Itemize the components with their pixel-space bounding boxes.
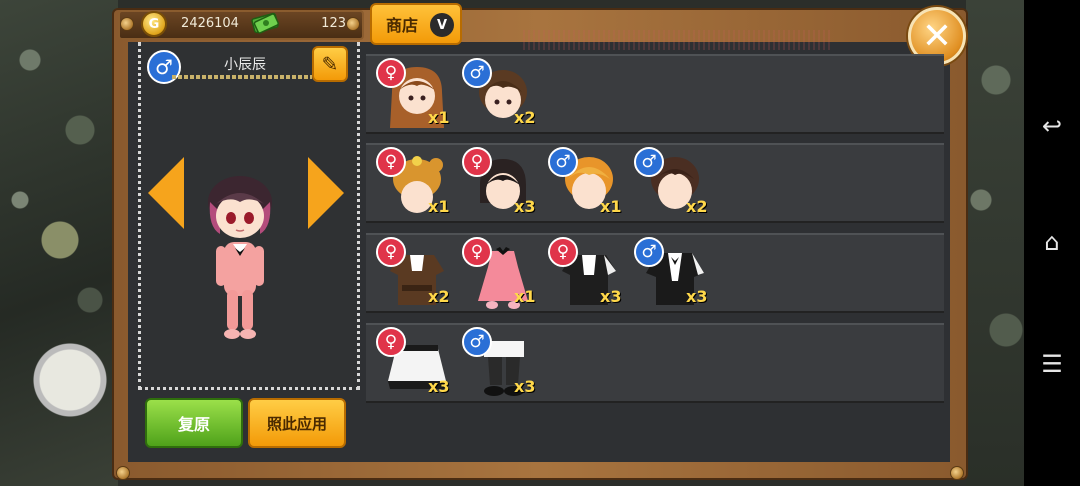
item-slot[interactable]: ♂ x1 — [544, 145, 628, 225]
currency-bar-rivet — [346, 17, 360, 31]
item-row-hair: ♀ x1 ♂ x2 — [366, 54, 944, 134]
item-quantity: x1 — [428, 197, 450, 216]
cash-amount: 123 — [321, 16, 346, 31]
item-quantity: x2 — [686, 197, 708, 216]
restore-button[interactable]: 复原 — [145, 398, 243, 448]
menu-icon[interactable]: ☰ — [1024, 344, 1080, 384]
next-arrow-icon[interactable] — [308, 157, 344, 229]
item-quantity: x3 — [514, 197, 536, 216]
item-slot[interactable]: ♀ x1 — [372, 145, 456, 225]
cash-icon — [251, 12, 279, 34]
item-row-tops: ♀ x2 ♀ x1 ♀ x3 ♂ x3 — [366, 233, 944, 313]
item-slot[interactable]: ♂ x3 — [458, 325, 542, 405]
previous-arrow-icon[interactable] — [148, 157, 184, 229]
gold-coin-letter: G — [148, 16, 160, 32]
edit-name-button[interactable]: ✎ — [312, 46, 348, 82]
decorative-scribble — [520, 30, 830, 50]
item-quantity: x1 — [514, 287, 536, 306]
item-row-bottoms: ♀ x3 ♂ x3 — [366, 323, 944, 403]
close-icon: ✕ — [921, 15, 953, 57]
item-slot[interactable]: ♀ x1 — [372, 56, 456, 136]
item-slot[interactable]: ♀ x1 — [458, 235, 542, 315]
item-quantity: x2 — [514, 108, 536, 127]
back-icon[interactable]: ↩ — [1024, 106, 1080, 146]
item-slot[interactable]: ♂ x2 — [458, 56, 542, 136]
shop-button[interactable]: 商店 V — [370, 3, 462, 45]
system-navigation-bar: ↩ ⌂ ☰ — [1024, 0, 1080, 486]
item-quantity: x3 — [428, 377, 450, 396]
shop-label: 商店 — [386, 16, 419, 35]
character-avatar — [208, 176, 272, 339]
item-slot[interactable]: ♀ x3 — [544, 235, 628, 315]
character-name: 小辰辰 — [224, 57, 266, 73]
male-gender-icon: ♂ — [462, 58, 492, 88]
item-slot[interactable]: ♀ x3 — [372, 325, 456, 405]
frame-rivet — [116, 466, 130, 480]
item-quantity: x3 — [514, 377, 536, 396]
background-right-scene — [966, 0, 1024, 486]
female-gender-icon: ♀ — [548, 237, 578, 267]
male-gender-icon: ♂ — [548, 147, 578, 177]
currency-bar-rivet — [120, 17, 134, 31]
pencil-icon: ✎ — [321, 52, 339, 76]
home-icon[interactable]: ⌂ — [1024, 222, 1080, 262]
item-quantity: x2 — [428, 287, 450, 306]
gold-amount: 2426104 — [181, 16, 239, 31]
gold-coin-icon: G — [141, 11, 167, 37]
frame-rivet — [950, 466, 964, 480]
female-gender-icon: ♀ — [376, 147, 406, 177]
item-quantity: x3 — [686, 287, 708, 306]
item-slot[interactable]: ♂ x2 — [630, 145, 714, 225]
item-quantity: x1 — [600, 197, 622, 216]
female-gender-icon: ♀ — [462, 147, 492, 177]
item-slot[interactable]: ♀ x2 — [372, 235, 456, 315]
background-left-scene — [0, 0, 118, 486]
female-gender-icon: ♀ — [462, 237, 492, 267]
female-gender-icon: ♀ — [376, 327, 406, 357]
item-quantity: x1 — [428, 108, 450, 127]
male-gender-icon: ♂ — [462, 327, 492, 357]
name-underline — [172, 75, 312, 79]
female-gender-icon: ♀ — [376, 58, 406, 88]
item-slot[interactable]: ♂ x3 — [630, 235, 714, 315]
female-gender-icon: ♀ — [376, 237, 406, 267]
item-quantity: x3 — [600, 287, 622, 306]
item-row-hats: ♀ x1 ♀ x3 ♂ x1 ♂ x2 — [366, 143, 944, 223]
item-slot[interactable]: ♀ x3 — [458, 145, 542, 225]
male-gender-icon: ♂ — [634, 147, 664, 177]
male-gender-icon: ♂ — [634, 237, 664, 267]
apply-outfit-button[interactable]: 照此应用 — [248, 398, 346, 448]
vip-badge-icon: V — [430, 13, 454, 37]
